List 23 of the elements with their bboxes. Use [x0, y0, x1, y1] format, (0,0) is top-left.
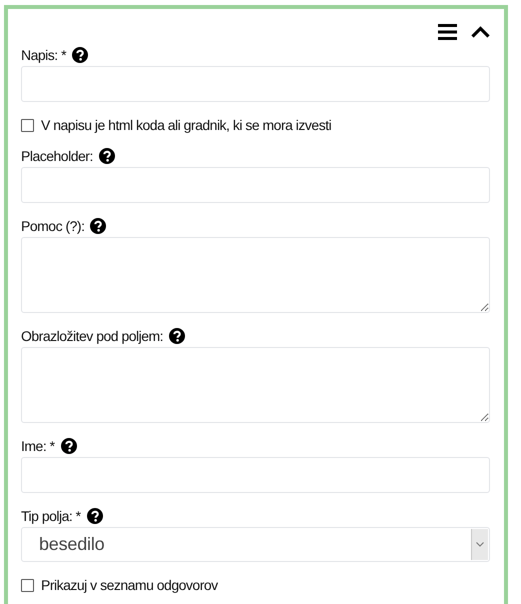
input-field[interactable] [21, 167, 490, 203]
menu-icon[interactable] [438, 24, 457, 40]
field-label: Tip polja: * [21, 508, 81, 524]
input-field[interactable] [21, 66, 490, 102]
checkbox-label: V napisu je html koda ali gradnik, ki se mora izvesti [41, 117, 332, 133]
caret-icon [476, 542, 484, 547]
chevron-up-icon[interactable] [471, 26, 490, 38]
dropdown[interactable]: besedilo [21, 527, 490, 562]
input-field[interactable] [21, 457, 490, 493]
checkbox-label: Prikazuj v seznamu odgovorov [41, 577, 218, 593]
field-label: Pomoc (?): [21, 218, 84, 234]
checkbox[interactable] [21, 578, 34, 592]
field-label: Ime: * [21, 438, 55, 454]
field-label: Obrazložitev pod poljem: [21, 328, 164, 344]
field-label: Placeholder: [21, 148, 93, 164]
help-icon[interactable] [98, 148, 115, 164]
help-icon[interactable] [86, 508, 103, 524]
help-icon[interactable] [72, 47, 88, 63]
checkbox[interactable] [21, 118, 34, 132]
help-icon[interactable] [169, 328, 186, 344]
help-icon[interactable] [90, 218, 106, 234]
help-icon[interactable] [60, 438, 77, 454]
field-label: Napis: * [21, 47, 66, 63]
